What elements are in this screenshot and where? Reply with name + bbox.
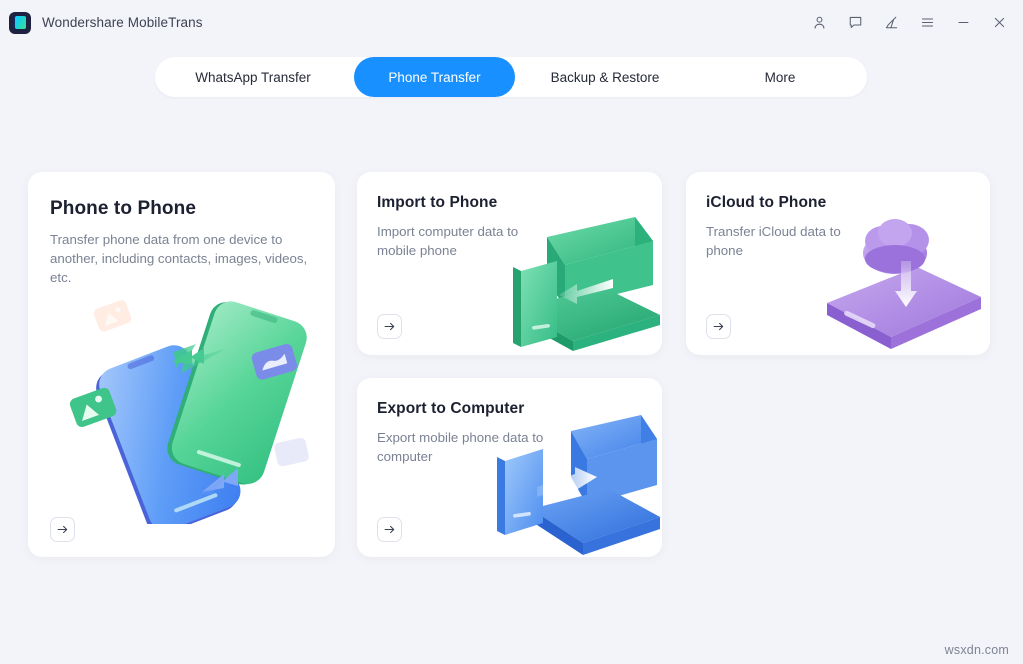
- card-description-export-to-computer: Export mobile phone data to computer: [377, 430, 544, 464]
- edit-icon[interactable]: [875, 8, 907, 38]
- title-bar: Wondershare MobileTrans: [0, 0, 1023, 45]
- card-export-to-computer[interactable]: Export to Computer Export mobile phone d…: [357, 378, 662, 557]
- window-controls: [799, 0, 1023, 45]
- arrow-right-icon: [384, 322, 395, 331]
- watermark: wsxdn.com: [944, 643, 1009, 657]
- import-to-phone-go-button[interactable]: [377, 314, 402, 339]
- tab-whatsapp-transfer[interactable]: WhatsApp Transfer: [155, 57, 351, 97]
- card-title-icloud-to-phone: iCloud to Phone: [706, 194, 827, 211]
- card-title-phone-to-phone: Phone to Phone: [50, 198, 197, 219]
- arrow-right-icon: [384, 525, 395, 534]
- main-tab-bar: WhatsApp Transfer Phone Transfer Backup …: [155, 57, 867, 97]
- card-title-export-to-computer: Export to Computer: [377, 400, 525, 417]
- card-description-phone-to-phone: Transfer phone data from one device to a…: [50, 232, 308, 285]
- card-description-icloud-to-phone: Transfer iCloud data to phone: [706, 224, 841, 258]
- card-description-import-to-phone: Import computer data to mobile phone: [377, 224, 519, 258]
- arrow-right-icon: [57, 525, 68, 534]
- card-phone-to-phone[interactable]: Phone to Phone Transfer phone data from …: [28, 172, 335, 557]
- card-import-to-phone[interactable]: Import to Phone Import computer data to …: [357, 172, 662, 355]
- minimize-icon[interactable]: [947, 8, 979, 38]
- menu-icon[interactable]: [911, 8, 943, 38]
- logo-glyph: [14, 16, 26, 29]
- arrow-right-icon: [713, 322, 724, 331]
- close-icon[interactable]: [983, 8, 1015, 38]
- tab-more[interactable]: More: [695, 57, 865, 97]
- phone-to-phone-illustration: [69, 300, 309, 524]
- phone-to-phone-go-button[interactable]: [50, 517, 75, 542]
- account-icon[interactable]: [803, 8, 835, 38]
- card-title-import-to-phone: Import to Phone: [377, 194, 498, 211]
- card-icloud-to-phone[interactable]: iCloud to Phone Transfer iCloud data to …: [686, 172, 990, 355]
- export-to-computer-go-button[interactable]: [377, 517, 402, 542]
- feedback-icon[interactable]: [839, 8, 871, 38]
- app-title: Wondershare MobileTrans: [42, 15, 203, 30]
- tab-backup-restore[interactable]: Backup & Restore: [515, 57, 695, 97]
- mobiletrans-logo-icon: [9, 11, 31, 34]
- tab-phone-transfer[interactable]: Phone Transfer: [354, 57, 515, 97]
- icloud-to-phone-go-button[interactable]: [706, 314, 731, 339]
